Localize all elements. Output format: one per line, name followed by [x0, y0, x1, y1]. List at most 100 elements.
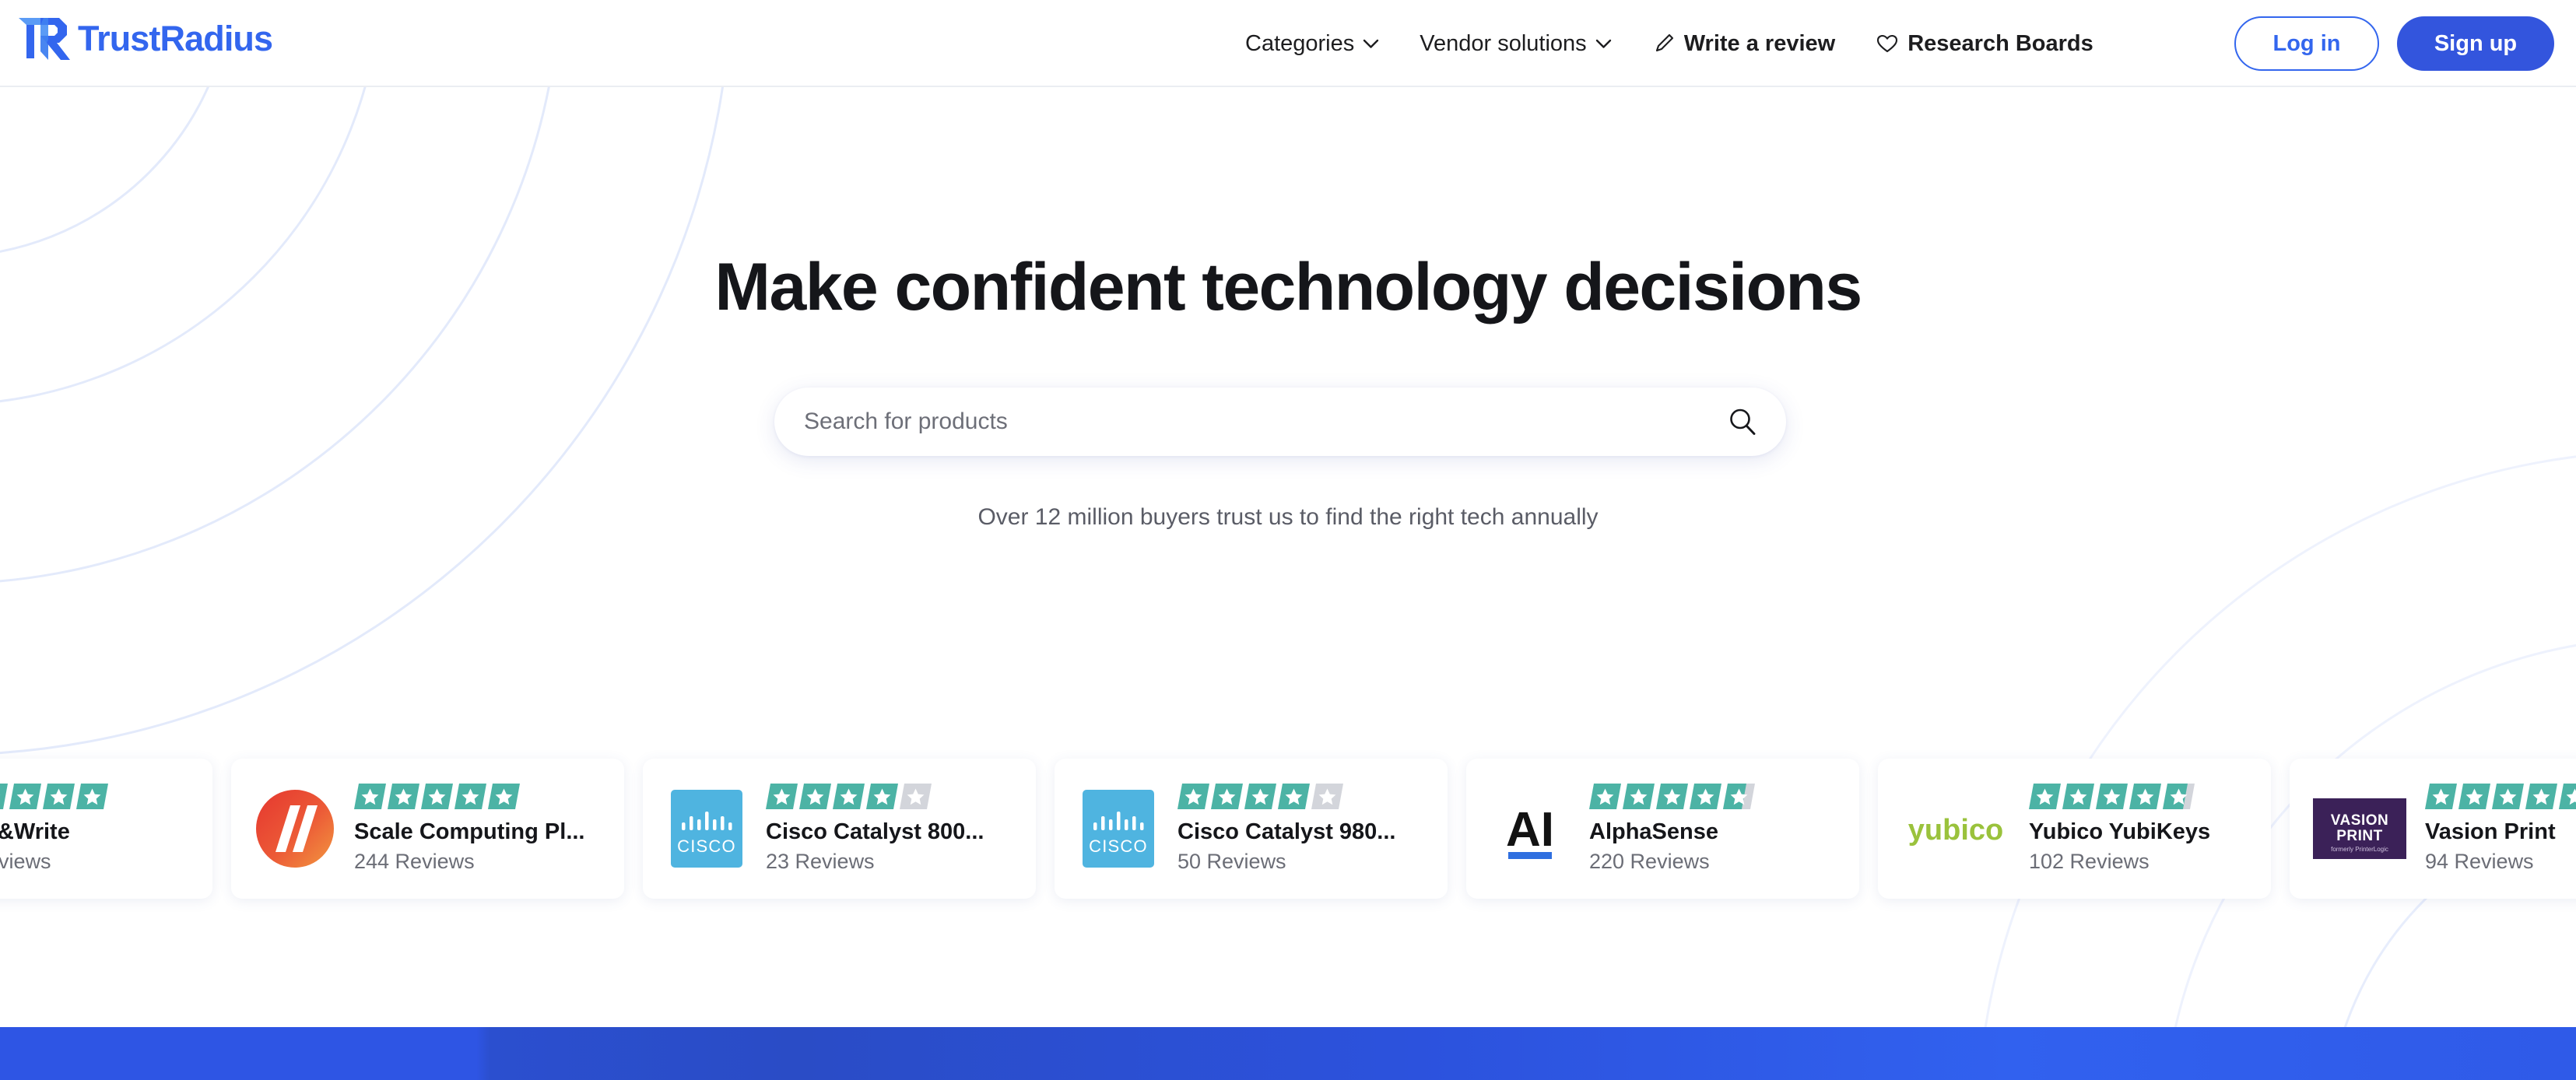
product-name: Read&Write: [0, 819, 70, 845]
star-icon: [354, 784, 386, 810]
nav-item-write-a-review[interactable]: Write a review: [1652, 30, 1836, 57]
star-icon: [799, 784, 831, 810]
star-icon: [1177, 784, 1209, 810]
star-icon: [76, 784, 108, 810]
star-icon: [9, 784, 41, 810]
svg-text:VASION: VASION: [2331, 812, 2388, 829]
star-icon: [421, 784, 453, 810]
hero-subtitle: Over 12 million buyers trust us to find …: [977, 504, 1599, 530]
nav-item-categories[interactable]: Categories: [1245, 31, 1379, 57]
page-root: TrustRadius Categories Vendor solutions: [0, 0, 2576, 1080]
star-icon-empty: [1311, 784, 1343, 810]
svg-text:CISCO: CISCO: [1089, 836, 1148, 856]
star-icon: [2029, 784, 2061, 810]
product-review-count: 53 Reviews: [0, 849, 51, 873]
product-review-count: 94 Reviews: [2425, 849, 2534, 873]
product-card[interactable]: CISCO Cisco Catalyst 800... 23 Reviews: [643, 759, 1036, 899]
star-icon: [454, 784, 486, 810]
main-navigation: Categories Vendor solutions Write a revi…: [1245, 0, 2134, 87]
card-gap: [212, 759, 231, 899]
logo[interactable]: TrustRadius: [17, 11, 273, 65]
star-icon: [1589, 784, 1621, 810]
bottom-blue-band: [0, 1027, 2576, 1080]
star-icon: [1656, 784, 1688, 810]
product-name: Cisco Catalyst 980...: [1177, 819, 1396, 845]
rating-stars: [1177, 784, 1424, 810]
product-card[interactable]: AI AlphaSense 220 Reviews: [1466, 759, 1859, 899]
rating-stars: [2425, 784, 2576, 810]
search-button[interactable]: [1725, 405, 1760, 439]
chevron-down-icon: [1595, 39, 1611, 48]
star-icon-partial: [2559, 784, 2576, 810]
star-icon: [1278, 784, 1310, 810]
search-input[interactable]: [804, 409, 1725, 435]
product-review-count: 244 Reviews: [354, 849, 475, 873]
star-icon-empty: [900, 784, 932, 810]
product-review-count: 50 Reviews: [1177, 849, 1286, 873]
nav-label: Research Boards: [1907, 30, 2093, 56]
star-icon: [388, 784, 419, 810]
product-name: Cisco Catalyst 800...: [766, 819, 984, 845]
card-gap: [1859, 759, 1878, 899]
svg-text:AI: AI: [1506, 803, 1554, 857]
pencil-icon: [1655, 33, 1673, 52]
heart-icon: [1877, 34, 1898, 53]
product-name: AlphaSense: [1589, 819, 1718, 845]
star-icon: [1690, 784, 1721, 810]
star-icon: [1244, 784, 1276, 810]
star-icon: [833, 784, 865, 810]
card-gap: [624, 759, 643, 899]
rating-stars: [2029, 784, 2248, 810]
card-gap: [1448, 759, 1466, 899]
svg-text:CISCO: CISCO: [677, 836, 736, 856]
star-icon: [2525, 784, 2557, 810]
product-review-count: 23 Reviews: [766, 849, 875, 873]
alphasense-logo-icon: AI: [1490, 788, 1571, 869]
yubico-logo-icon: yubico: [1901, 788, 2010, 869]
rating-stars: [1589, 784, 1836, 810]
star-icon: [43, 784, 75, 810]
decorative-arcs: [0, 0, 2576, 1080]
product-card[interactable]: Scale Computing Pl... 244 Reviews: [231, 759, 624, 899]
nav-label: Categories: [1245, 30, 1355, 56]
cisco-logo-icon: CISCO: [666, 788, 747, 869]
rating-stars: [354, 784, 601, 810]
signup-button[interactable]: Sign up: [2397, 16, 2554, 71]
rating-stars: [766, 784, 1013, 810]
star-icon: [2096, 784, 2128, 810]
card-gap: [2271, 759, 2290, 899]
star-icon: [2458, 784, 2490, 810]
product-review-count: 220 Reviews: [1589, 849, 1710, 873]
product-card[interactable]: Read&Write 53 Reviews: [0, 759, 212, 899]
nav-label: Vendor solutions: [1420, 30, 1587, 56]
product-card[interactable]: yubico Yubico YubiKeys 102 Reviews: [1878, 759, 2271, 899]
scale-computing-logo-icon: [254, 788, 335, 869]
login-button[interactable]: Log in: [2234, 16, 2379, 71]
star-icon: [866, 784, 898, 810]
nav-item-research-boards[interactable]: Research Boards: [1876, 31, 2093, 57]
star-icon: [2062, 784, 2094, 810]
star-icon-partial: [1723, 784, 1755, 810]
search-bar[interactable]: [774, 387, 1786, 456]
card-gap: [1036, 759, 1055, 899]
nav-label: Write a review: [1683, 30, 1836, 56]
search-icon: [1730, 409, 1756, 435]
star-icon-partial: [2163, 784, 2195, 810]
product-name: Vasion Print: [2425, 819, 2556, 845]
product-card[interactable]: CISCO Cisco Catalyst 980... 50 Reviews: [1055, 759, 1448, 899]
trustradius-logo-icon: [19, 18, 70, 60]
site-header: TrustRadius Categories Vendor solutions: [0, 0, 2576, 87]
nav-item-vendor-solutions[interactable]: Vendor solutions: [1420, 31, 1611, 57]
rating-stars: [0, 784, 189, 810]
page-title: Make confident technology decisions: [714, 250, 1862, 324]
star-icon: [1211, 784, 1243, 810]
svg-text:PRINT: PRINT: [2336, 828, 2383, 844]
star-icon: [2492, 784, 2524, 810]
star-icon: [1623, 784, 1655, 810]
svg-text:yubico: yubico: [1908, 814, 2003, 847]
product-review-count: 102 Reviews: [2029, 849, 2150, 873]
featured-products-row: Read&Write 53 Reviews: [0, 759, 2576, 899]
product-card[interactable]: VASION PRINT formerly PrinterLogic Vasio…: [2290, 759, 2576, 899]
product-name: Yubico YubiKeys: [2029, 819, 2211, 845]
star-icon: [488, 784, 520, 810]
